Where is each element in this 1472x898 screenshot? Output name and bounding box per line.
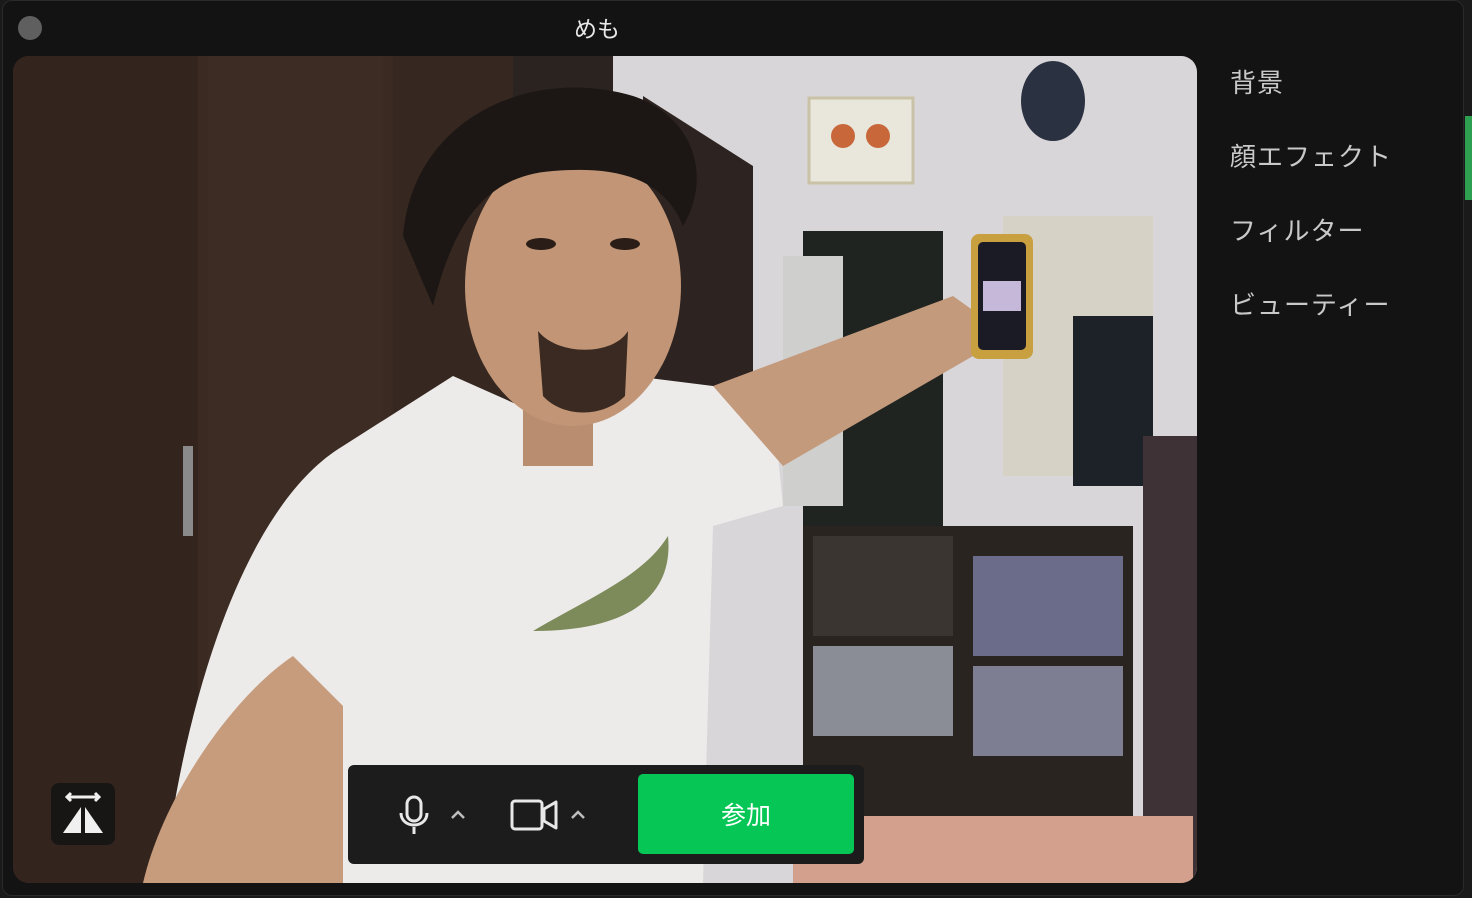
mirror-flip-button[interactable] [51,783,115,845]
panel-item-beauty[interactable]: ビューティー [1230,280,1392,354]
video-camera-icon[interactable] [510,797,558,833]
call-controls-bar: 参加 [348,765,864,864]
panel-item-face-effects[interactable]: 顔エフェクト [1230,132,1392,206]
microphone-icon[interactable] [396,795,432,835]
mic-options-chevron-up-icon[interactable] [448,807,468,823]
camera-options-chevron-up-icon[interactable] [568,807,588,823]
title-bar: めも [2,0,1464,54]
camera-preview: 参加 [13,56,1197,883]
app-window: めも 参加 背景 顔エフェクト フィルター ビューティー [2,0,1464,896]
mirror-flip-icon [63,791,103,833]
window-title: めも [574,17,620,43]
panel-item-filters[interactable]: フィルター [1230,206,1392,280]
background-window-edge [1465,116,1472,200]
effects-side-panel: 背景 顔エフェクト フィルター ビューティー [1230,58,1392,354]
join-button[interactable]: 参加 [638,774,854,854]
panel-item-background[interactable]: 背景 [1230,58,1392,132]
camera-feed-image [13,56,1197,883]
